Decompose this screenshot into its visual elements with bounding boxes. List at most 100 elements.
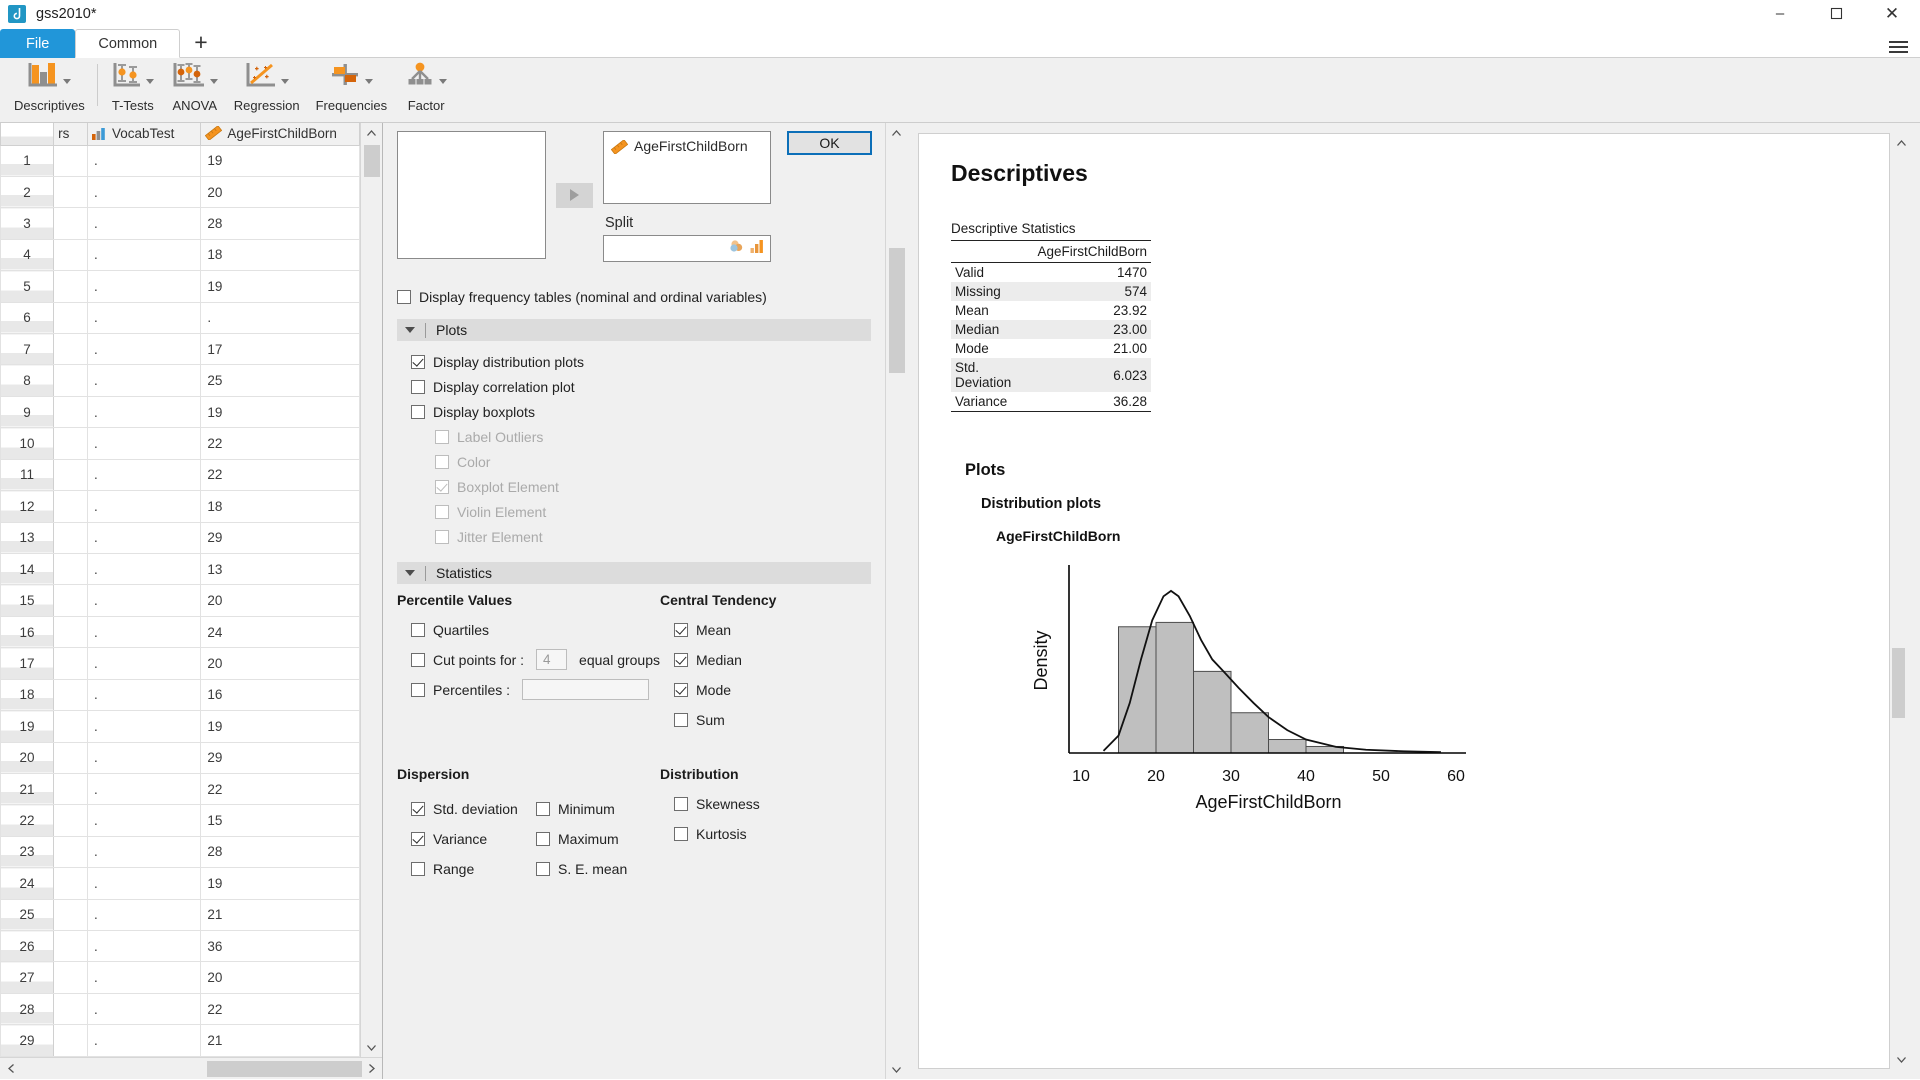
results-scroll-up-arrow[interactable] <box>1890 133 1912 153</box>
cell-vocabtest[interactable]: . <box>87 238 202 272</box>
add-module-button[interactable]: + <box>180 28 221 57</box>
cell-agefirstchildborn[interactable]: 22 <box>200 992 360 1026</box>
central-median-row[interactable]: Median <box>674 647 871 672</box>
t-tests-dropdown-caret[interactable] <box>145 78 154 84</box>
cell-vocabtest[interactable]: . <box>87 1024 202 1057</box>
cell-agefirstchildborn[interactable]: 29 <box>200 741 360 774</box>
cell-vocabtest[interactable]: . <box>87 270 202 303</box>
plots-section-header[interactable]: Plots <box>397 319 871 341</box>
column-header-agefirstchildborn[interactable]: AgeFirstChildBorn <box>200 123 360 146</box>
cell-rs[interactable] <box>53 710 89 743</box>
cell-agefirstchildborn[interactable]: 19 <box>200 144 360 177</box>
cell-vocabtest[interactable]: . <box>87 615 202 649</box>
cell-rs[interactable] <box>53 835 89 869</box>
cell-vocabtest[interactable]: . <box>87 144 202 177</box>
distribution-skewness-row[interactable]: Skewness <box>674 791 871 816</box>
scroll-thumb[interactable] <box>363 145 380 177</box>
scroll-track[interactable] <box>360 143 382 1037</box>
cell-vocabtest[interactable]: . <box>87 207 202 240</box>
cell-rs[interactable] <box>53 427 89 460</box>
options-vertical-scrollbar[interactable] <box>885 123 908 1079</box>
table-row[interactable]: 21. 22 <box>0 772 360 806</box>
plot-display-boxplots-checkbox[interactable] <box>411 404 425 419</box>
data-vertical-scrollbar[interactable] <box>360 123 382 1057</box>
cell-rs[interactable] <box>53 615 89 649</box>
cell-rs[interactable] <box>53 490 89 523</box>
statistics-collapse-caret[interactable] <box>405 570 415 576</box>
ribbon-item-factor[interactable]: Factor <box>395 58 457 113</box>
options-scroll-track[interactable] <box>885 143 908 1059</box>
table-row[interactable]: 19. 19 <box>0 710 360 743</box>
table-row[interactable]: 25. 21 <box>0 898 360 932</box>
central-mode-checkbox[interactable] <box>674 682 688 697</box>
table-row[interactable]: 12. 18 <box>0 490 360 523</box>
dispersion-std-deviation-checkbox[interactable] <box>411 801 425 816</box>
percentiles-row[interactable]: Percentiles : <box>411 677 660 702</box>
cell-rs[interactable] <box>53 270 89 303</box>
cell-agefirstchildborn[interactable]: 22 <box>200 458 360 492</box>
cell-vocabtest[interactable]: . <box>87 301 202 335</box>
distribution-skewness-checkbox[interactable] <box>674 796 688 811</box>
cell-vocabtest[interactable]: . <box>87 741 202 774</box>
cell-rs[interactable] <box>53 458 89 492</box>
cell-vocabtest[interactable]: . <box>87 395 202 429</box>
cell-vocabtest[interactable]: . <box>87 898 202 932</box>
plot-display-distribution-plots-row[interactable]: Display distribution plots <box>411 349 871 374</box>
cell-rs[interactable] <box>53 647 89 680</box>
cut-points-checkbox[interactable] <box>411 652 425 667</box>
cell-vocabtest[interactable]: . <box>87 772 202 806</box>
split-field[interactable] <box>603 235 771 262</box>
cell-rs[interactable] <box>53 741 89 774</box>
cell-rs[interactable] <box>53 521 89 554</box>
table-row[interactable]: 16. 24 <box>0 615 360 649</box>
table-row[interactable]: 29. 21 <box>0 1024 360 1057</box>
ribbon-item-anova[interactable]: ANOVA <box>164 58 226 113</box>
dispersion-range-row[interactable]: Range <box>411 856 536 881</box>
dispersion-range-checkbox[interactable] <box>411 861 425 876</box>
cell-rs[interactable] <box>53 772 89 806</box>
hscroll-track[interactable] <box>22 1058 362 1080</box>
central-sum-checkbox[interactable] <box>674 712 688 727</box>
hscroll-right-arrow[interactable] <box>360 1058 382 1080</box>
table-row[interactable]: 22. 15 <box>0 804 360 837</box>
table-row[interactable]: 13. 29 <box>0 521 360 554</box>
cell-rs[interactable] <box>53 395 89 429</box>
cell-agefirstchildborn[interactable]: 28 <box>200 207 360 240</box>
cell-rs[interactable] <box>53 804 89 837</box>
plot-display-distribution-plots-checkbox[interactable] <box>411 354 425 369</box>
cell-agefirstchildborn[interactable]: 19 <box>200 270 360 303</box>
anova-dropdown-caret[interactable] <box>209 78 218 84</box>
cell-vocabtest[interactable]: . <box>87 678 202 712</box>
display-frequency-tables-checkbox[interactable] <box>397 289 411 304</box>
cell-agefirstchildborn[interactable]: 25 <box>200 364 360 397</box>
table-row[interactable]: 7. 17 <box>0 333 360 366</box>
quartiles-checkbox[interactable] <box>411 622 425 637</box>
cell-rs[interactable] <box>53 584 89 617</box>
cell-rs[interactable] <box>53 961 89 994</box>
cell-vocabtest[interactable]: . <box>87 804 202 837</box>
cell-rs[interactable] <box>53 898 89 932</box>
central-sum-row[interactable]: Sum <box>674 707 871 732</box>
cell-agefirstchildborn[interactable]: 15 <box>200 804 360 837</box>
plots-collapse-caret[interactable] <box>405 327 415 333</box>
table-row[interactable]: 14. 13 <box>0 552 360 586</box>
cell-rs[interactable] <box>53 207 89 240</box>
tab-common[interactable]: Common <box>75 29 181 58</box>
table-row[interactable]: 2. 20 <box>0 175 360 209</box>
ribbon-item-t-tests[interactable]: T-Tests <box>102 58 164 113</box>
cell-agefirstchildborn[interactable]: 29 <box>200 521 360 554</box>
cell-agefirstchildborn[interactable]: 20 <box>200 175 360 209</box>
cell-vocabtest[interactable]: . <box>87 521 202 554</box>
dispersion-s-e-mean-row[interactable]: S. E. mean <box>536 856 627 881</box>
table-row[interactable]: 24. 19 <box>0 867 360 900</box>
ribbon-item-frequencies[interactable]: Frequencies <box>308 58 396 113</box>
table-row[interactable]: 6.. <box>0 301 360 335</box>
options-scroll-thumb[interactable] <box>888 248 905 373</box>
descriptives-dropdown-caret[interactable] <box>63 78 72 84</box>
cell-agefirstchildborn[interactable]: 17 <box>200 333 360 366</box>
results-scroll-down-arrow[interactable] <box>1890 1049 1912 1069</box>
percentiles-checkbox[interactable] <box>411 682 425 697</box>
cell-vocabtest[interactable]: . <box>87 175 202 209</box>
cell-agefirstchildborn[interactable]: 20 <box>200 584 360 617</box>
plot-display-correlation-plot-checkbox[interactable] <box>411 379 425 394</box>
